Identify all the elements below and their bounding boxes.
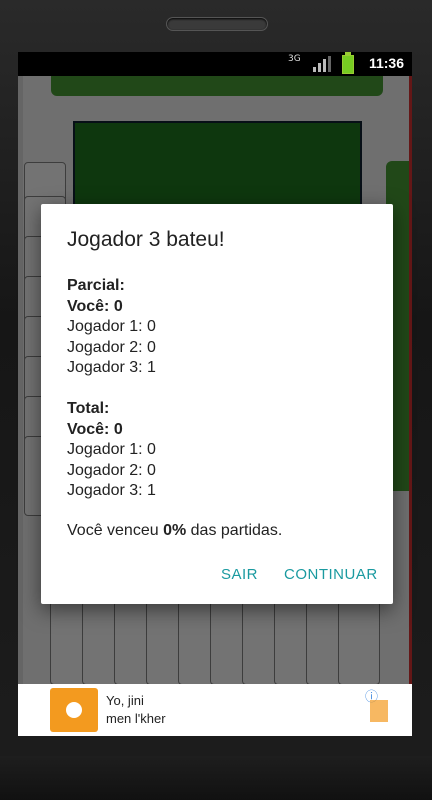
speaker-grille — [166, 17, 268, 31]
continue-button[interactable]: CONTINUAR — [284, 566, 378, 583]
ad-line-1: Yo, jini — [106, 693, 144, 708]
ad-logo — [50, 688, 98, 732]
summary-prefix: Você venceu — [67, 522, 164, 539]
partial-player-2: Jogador 2: 0 — [67, 338, 156, 356]
total-player-3: Jogador 3: 1 — [67, 482, 156, 499]
round-result-dialog: Jogador 3 bateu! Parcial: Você: 0 Jogado… — [41, 204, 393, 604]
total-player-1: Jogador 1: 0 — [67, 441, 156, 458]
partial-heading: Parcial: — [67, 277, 125, 294]
device-bottom-bezel — [0, 756, 432, 800]
device-frame: 3G 11:36 Yo, jini men l'kher ⓘ Jogador 3… — [0, 0, 432, 800]
win-summary: Você venceu 0% das partidas. — [67, 522, 282, 540]
signal-icon — [313, 56, 331, 72]
ad-banner[interactable]: Yo, jini men l'kher ⓘ — [18, 684, 412, 736]
exit-button[interactable]: SAIR — [221, 566, 258, 583]
status-bar: 3G 11:36 — [18, 52, 412, 76]
total-you: Você: 0 — [67, 420, 123, 438]
partial-player-3: Jogador 3: 1 — [67, 359, 156, 376]
ad-text: Yo, jini men l'kher — [106, 692, 166, 728]
partial-scores: Parcial: Você: 0 Jogador 1: 0 Jogador 2:… — [67, 276, 156, 379]
summary-percent: 0% — [163, 522, 187, 539]
status-time: 11:36 — [368, 55, 404, 71]
dialog-title: Jogador 3 bateu! — [67, 228, 225, 251]
total-heading: Total: — [67, 400, 110, 417]
ad-side-image — [370, 700, 388, 722]
total-player-2: Jogador 2: 0 — [67, 461, 156, 479]
battery-icon — [342, 52, 354, 74]
total-scores: Total: Você: 0 Jogador 1: 0 Jogador 2: 0… — [67, 399, 156, 502]
summary-suffix: das partidas. — [186, 522, 283, 539]
ad-line-2: men l'kher — [106, 711, 166, 726]
partial-you: Você: 0 — [67, 297, 123, 315]
partial-player-1: Jogador 1: 0 — [67, 318, 156, 335]
network-icon: 3G — [288, 54, 301, 64]
